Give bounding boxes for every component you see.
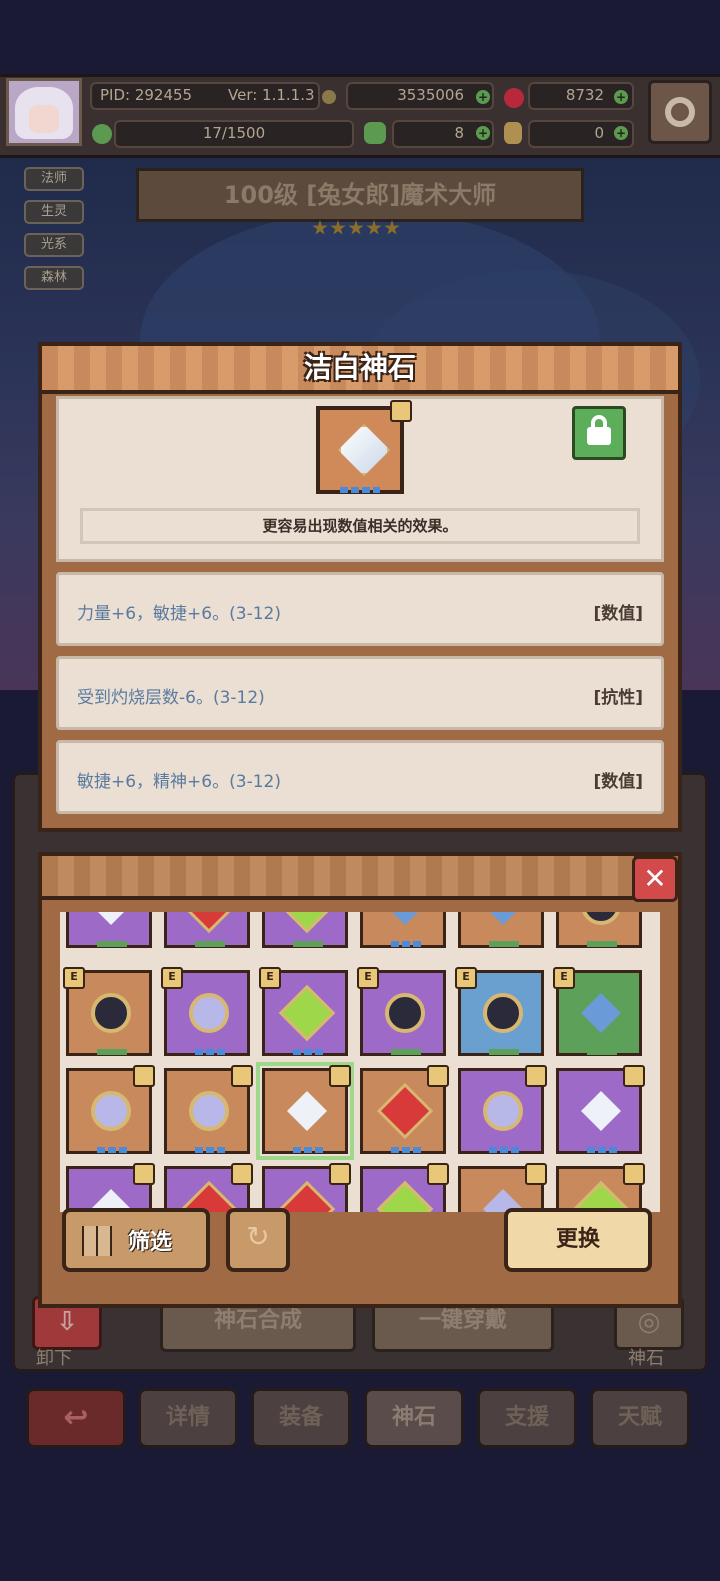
tag-creature: 生灵 [24, 200, 84, 224]
add-key-icon[interactable]: + [614, 126, 628, 140]
effect-category: [抗性] [593, 688, 643, 708]
lock-toggle-button[interactable] [572, 406, 626, 460]
effect-text: 受到灼烧层数-6。(3-12) [77, 688, 265, 708]
character-title: 100级 [兔女郎]魔术大师 [136, 168, 584, 222]
nav-equipment[interactable]: 装备 [251, 1388, 351, 1448]
nav-details[interactable]: 详情 [138, 1388, 238, 1448]
refresh-icon: ↻ [246, 1220, 270, 1253]
gem-slot[interactable] [66, 1065, 155, 1154]
gem-slot[interactable] [458, 1065, 547, 1154]
white-diamond-gem-icon [338, 424, 390, 476]
effect-row: 敏捷+6，精神+6。(3-12) [数值] [56, 740, 664, 814]
effect-text: 敏捷+6，精神+6。(3-12) [77, 772, 281, 792]
gem-slot[interactable] [556, 912, 642, 948]
clover-icon [364, 122, 386, 144]
lock-icon [390, 400, 412, 422]
add-ruby-icon[interactable]: + [614, 90, 628, 104]
coin-icon [322, 90, 336, 104]
unequip-label: 卸下 [36, 1348, 72, 1369]
gem-slot[interactable] [66, 1163, 155, 1212]
gem-grid[interactable]: E E E E E E [60, 912, 660, 1212]
ruby-icon [504, 88, 524, 108]
gem-slot[interactable]: E [63, 967, 152, 1056]
ruby-amount: 8732 [565, 86, 604, 104]
gem-slot[interactable] [164, 1065, 253, 1154]
effect-text: 力量+6，敏捷+6。(3-12) [77, 604, 281, 624]
dialog-title: 洁白神石 [303, 351, 416, 384]
version-text: Ver: 1.1.1.3 [228, 86, 315, 104]
gem-slot[interactable] [556, 1065, 645, 1154]
gem-slot[interactable]: E [161, 967, 250, 1056]
gem-slot[interactable]: E [553, 967, 642, 1056]
gem-slot[interactable] [262, 912, 348, 948]
gem-slot[interactable] [262, 1163, 351, 1212]
grid-icon [82, 1226, 112, 1256]
gem-slot[interactable]: E [357, 967, 446, 1056]
gem-slot[interactable]: E [455, 967, 544, 1056]
stamina-value: 17/1500 [202, 124, 266, 142]
effect-row: 力量+6，敏捷+6。(3-12) [数值] [56, 572, 664, 646]
gem-slot[interactable] [556, 1163, 645, 1212]
gem-description: 更容易出现数值相关的效果。 [80, 508, 640, 544]
filter-label: 筛选 [128, 1230, 173, 1255]
filter-button[interactable]: 筛选 [62, 1208, 210, 1272]
settings-gear-icon[interactable] [648, 80, 712, 144]
gem-slot-selected[interactable] [256, 1062, 354, 1160]
add-gold-icon[interactable]: + [476, 90, 490, 104]
effect-category: [数值] [593, 772, 643, 792]
selected-gem-slot [316, 400, 412, 494]
gold-pill: 3535006 [346, 82, 494, 110]
godstone-label: 神石 [628, 1348, 664, 1369]
refresh-button[interactable]: ↻ [226, 1208, 290, 1272]
gem-slot[interactable] [458, 912, 544, 948]
info-pill: PID: 292455 Ver: 1.1.1.3 [90, 82, 320, 110]
key-amount: 0 [594, 124, 604, 142]
replace-button[interactable]: 更换 [504, 1208, 652, 1272]
effect-category: [数值] [593, 604, 643, 624]
stamina-icon [92, 124, 112, 144]
gem-slot[interactable] [164, 912, 250, 948]
nav-support[interactable]: 支援 [477, 1388, 577, 1448]
gem-slot[interactable] [164, 1163, 253, 1212]
effect-row: 受到灼烧层数-6。(3-12) [抗性] [56, 656, 664, 730]
clover-amount: 8 [454, 124, 464, 142]
add-clover-icon[interactable]: + [476, 126, 490, 140]
stamina-pill: 17/1500 [114, 120, 354, 148]
gold-amount: 3535006 [397, 86, 464, 104]
pid-text: PID: 292455 [100, 86, 193, 104]
tag-mage: 法师 [24, 167, 84, 191]
inventory-header [38, 852, 638, 900]
close-icon[interactable]: ✕ [632, 856, 678, 902]
gem-slot[interactable] [66, 912, 152, 948]
nav-godstone[interactable]: 神石 [364, 1388, 464, 1448]
gem-slot[interactable] [360, 912, 446, 948]
gem-slot[interactable] [458, 1163, 547, 1212]
back-button[interactable]: ↩ [26, 1388, 126, 1448]
gem-slot[interactable] [360, 1163, 449, 1212]
tag-light: 光系 [24, 233, 84, 257]
gem-slot[interactable] [360, 1065, 449, 1154]
socket-indicator [340, 487, 380, 493]
tag-forest: 森林 [24, 266, 84, 290]
key-icon [504, 122, 522, 144]
gem-slot[interactable]: E [259, 967, 348, 1056]
player-avatar[interactable] [6, 78, 82, 146]
nav-talent[interactable]: 天赋 [590, 1388, 690, 1448]
